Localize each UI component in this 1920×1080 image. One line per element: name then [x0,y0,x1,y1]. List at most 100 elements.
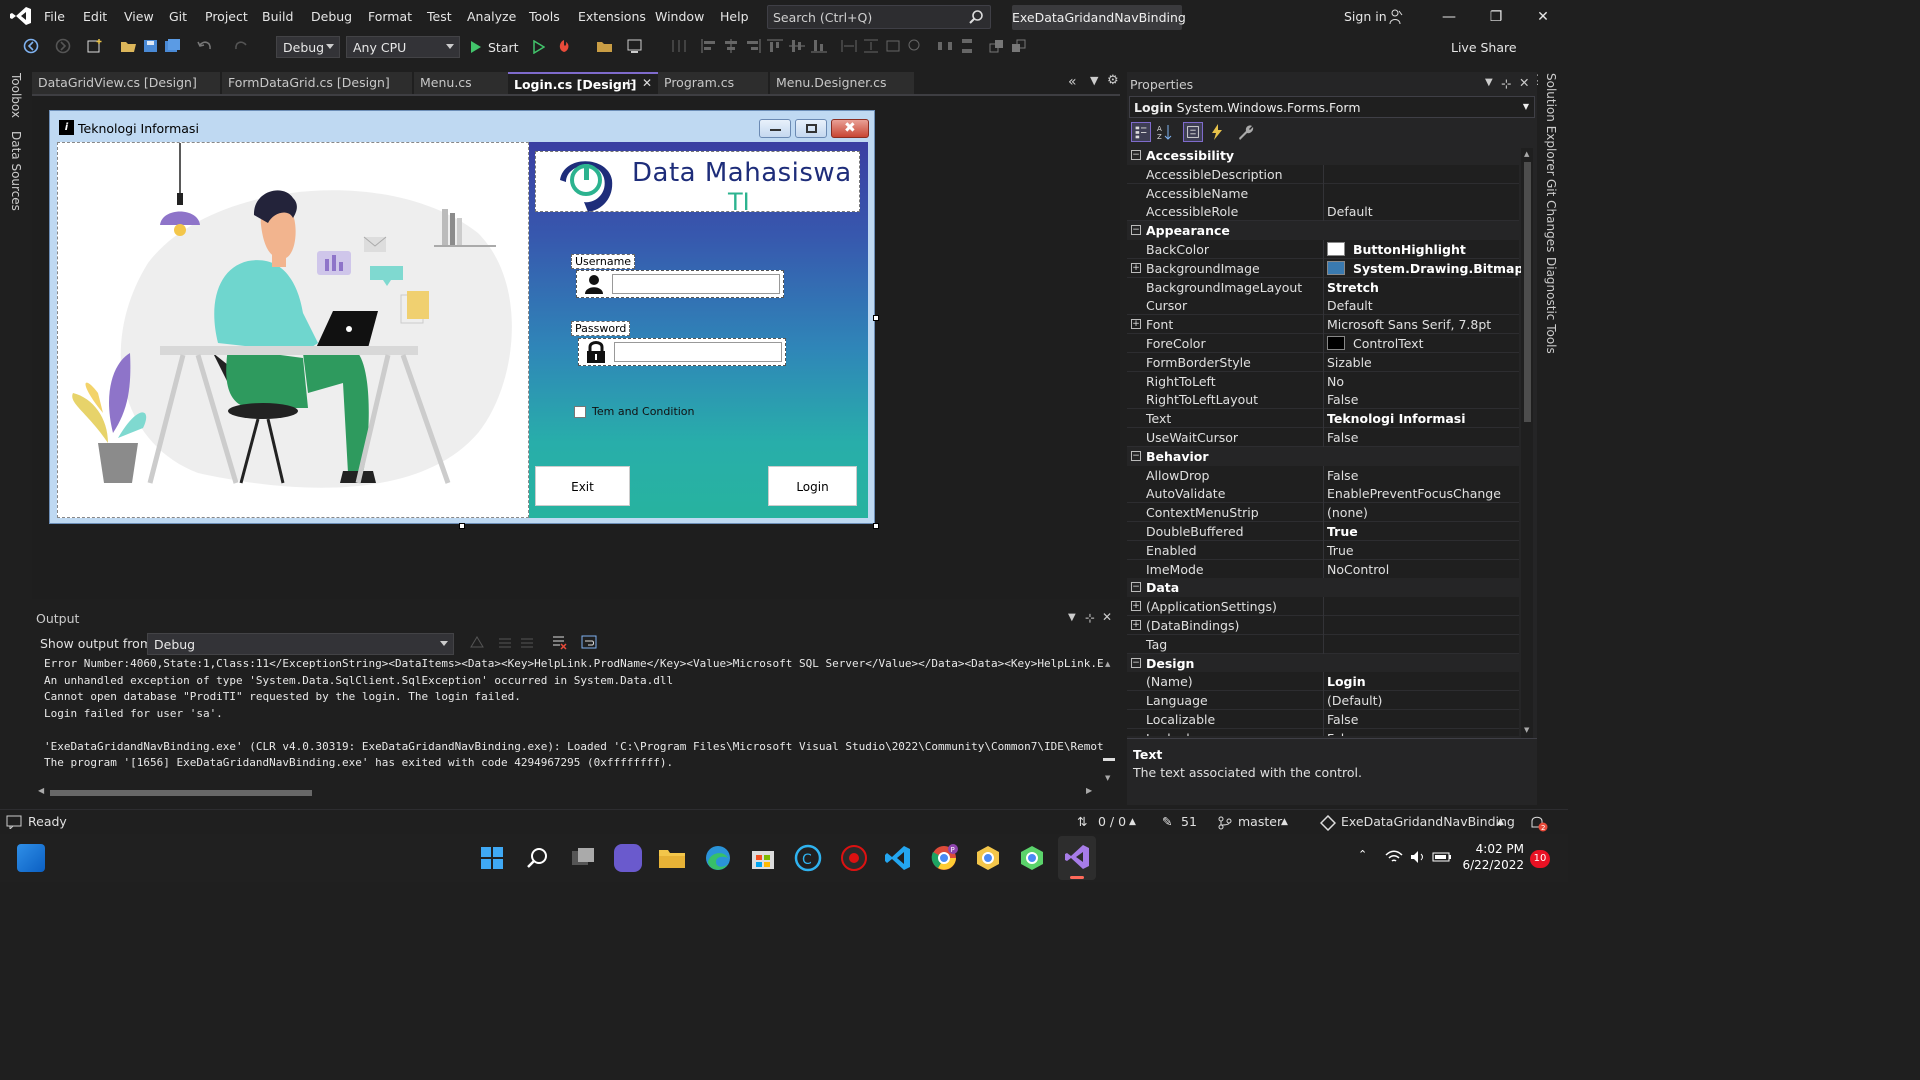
property-row[interactable]: FormBorderStyle Sizable [1127,352,1519,372]
menu-view[interactable]: View [124,9,154,24]
find-message-icon[interactable] [468,634,486,650]
next-message-icon[interactable] [518,634,536,650]
size-to-grid-icon[interactable] [884,38,902,54]
menu-format[interactable]: Format [368,9,412,24]
start-button[interactable]: Start [488,40,519,55]
property-value[interactable]: Microsoft Sans Serif, 7.8pt [1327,317,1491,332]
collapse-icon[interactable]: − [1131,225,1141,236]
save-all-icon[interactable] [164,38,182,54]
property-value[interactable]: Login [1327,674,1366,689]
resize-handle-right[interactable] [873,315,879,321]
property-value[interactable]: False [1327,731,1358,736]
property-row[interactable]: + (DataBindings) [1127,616,1519,635]
password-field[interactable] [578,338,786,366]
close-panel-icon[interactable]: ✕ [1519,75,1529,90]
expand-icon[interactable]: + [1131,620,1141,630]
alphabetical-icon[interactable]: AZ [1155,122,1175,142]
column-divider[interactable] [1323,334,1324,353]
back-icon[interactable] [22,38,40,54]
vscode-icon[interactable] [884,844,912,872]
password-textbox[interactable] [614,342,782,362]
scroll-thumb[interactable] [50,790,312,796]
notification-badge[interactable]: 10 [1530,850,1550,868]
column-divider[interactable] [1323,540,1324,560]
property-row[interactable]: + Font Microsoft Sans Serif, 7.8pt [1127,315,1519,335]
property-row[interactable]: RightToLeftLayout False [1127,390,1519,410]
expand-icon[interactable]: + [1131,319,1141,330]
pin-icon[interactable]: ⊹ [624,77,633,90]
illustration-picturebox[interactable] [57,142,529,518]
horizontal-spacing-icon[interactable] [936,38,954,54]
expand-icon[interactable]: + [1131,262,1141,273]
column-divider[interactable] [1323,559,1324,579]
menu-test[interactable]: Test [427,9,452,24]
property-category[interactable]: − Appearance [1127,221,1519,241]
column-divider[interactable] [1323,634,1324,654]
menu-git[interactable]: Git [169,9,187,24]
object-selector[interactable]: Login System.Windows.Forms.Form ▼ [1129,96,1535,118]
system-clock[interactable]: 4:02 PM 6/22/2022 [1462,841,1524,873]
status-branch[interactable]: master [1238,814,1282,829]
column-divider[interactable] [1323,296,1324,316]
property-category[interactable]: − Data [1127,578,1519,598]
panel-menu-icon[interactable]: ▼ [1485,77,1493,88]
collapse-icon[interactable]: − [1131,450,1141,461]
scroll-right-icon[interactable]: ▶ [1086,786,1092,795]
column-divider[interactable] [1323,371,1324,391]
property-category[interactable]: − Design [1127,653,1519,673]
person-feedback-icon[interactable] [1388,9,1404,25]
file-explorer-icon[interactable] [658,846,686,870]
property-value[interactable]: True [1327,543,1354,558]
notifications-bell-icon[interactable]: 2 [1528,814,1548,832]
word-wrap-icon[interactable] [580,634,598,650]
menu-file[interactable]: File [44,9,65,24]
teams-chat-icon[interactable] [614,844,642,872]
property-row[interactable]: Language (Default) [1127,691,1519,711]
hot-reload-icon[interactable] [556,38,574,54]
property-row[interactable]: AccessibleRole Default [1127,202,1519,222]
column-divider[interactable] [1323,691,1324,711]
solution-platform-dropdown[interactable]: Any CPU [346,36,460,58]
close-window-button[interactable]: ✕ [1520,4,1566,30]
column-divider[interactable] [1323,672,1324,692]
menu-debug[interactable]: Debug [311,9,352,24]
login-button[interactable]: Login [768,466,857,506]
column-divider[interactable] [1323,277,1324,297]
align-lefts-icon[interactable] [700,38,718,54]
column-divider[interactable] [1323,390,1324,410]
property-value[interactable]: Stretch [1327,280,1379,295]
property-value[interactable]: Teknologi Informasi [1327,411,1466,426]
redo-icon[interactable] [232,38,250,54]
scroll-down-icon[interactable]: ▼ [1105,774,1110,782]
align-rights-icon[interactable] [744,38,762,54]
menu-edit[interactable]: Edit [83,9,107,24]
scroll-thumb[interactable] [1103,758,1115,761]
data-sources-tab[interactable]: Data Sources [9,131,23,211]
status-project[interactable]: ExeDataGridandNavBinding [1341,814,1515,829]
column-divider[interactable] [1323,597,1324,617]
tab-program-cs[interactable]: Program.cs [658,72,768,94]
exit-button[interactable]: Exit [535,466,630,506]
property-row[interactable]: Localizable False [1127,710,1519,729]
zoom-icon[interactable] [906,38,924,54]
menu-help[interactable]: Help [720,9,749,24]
column-divider[interactable] [1323,202,1324,222]
tab-menu-cs[interactable]: Menu.cs [414,72,508,94]
property-category[interactable]: − Behavior [1127,446,1519,466]
wifi-icon[interactable] [1385,850,1403,864]
column-divider[interactable] [1323,522,1324,541]
tab-menu-designer-cs[interactable]: Menu.Designer.cs [770,72,914,94]
vertical-spacing-icon[interactable] [958,38,976,54]
battery-icon[interactable] [1432,850,1452,864]
chrome-dev-icon[interactable] [974,844,1002,872]
pin-icon[interactable]: ⊹ [1501,76,1511,91]
align-centers-icon[interactable] [722,38,740,54]
align-tops-icon[interactable] [766,38,784,54]
property-row[interactable]: BackColor ButtonHighlight [1127,240,1519,259]
property-grid-scrollbar[interactable]: ▲ ▼ [1521,148,1533,738]
property-value[interactable]: EnablePreventFocusChange [1327,486,1501,501]
pin-icon[interactable]: ⊹ [1085,611,1095,625]
property-value[interactable]: False [1327,430,1358,445]
bring-to-front-icon[interactable] [988,38,1006,54]
column-divider[interactable] [1323,465,1324,485]
